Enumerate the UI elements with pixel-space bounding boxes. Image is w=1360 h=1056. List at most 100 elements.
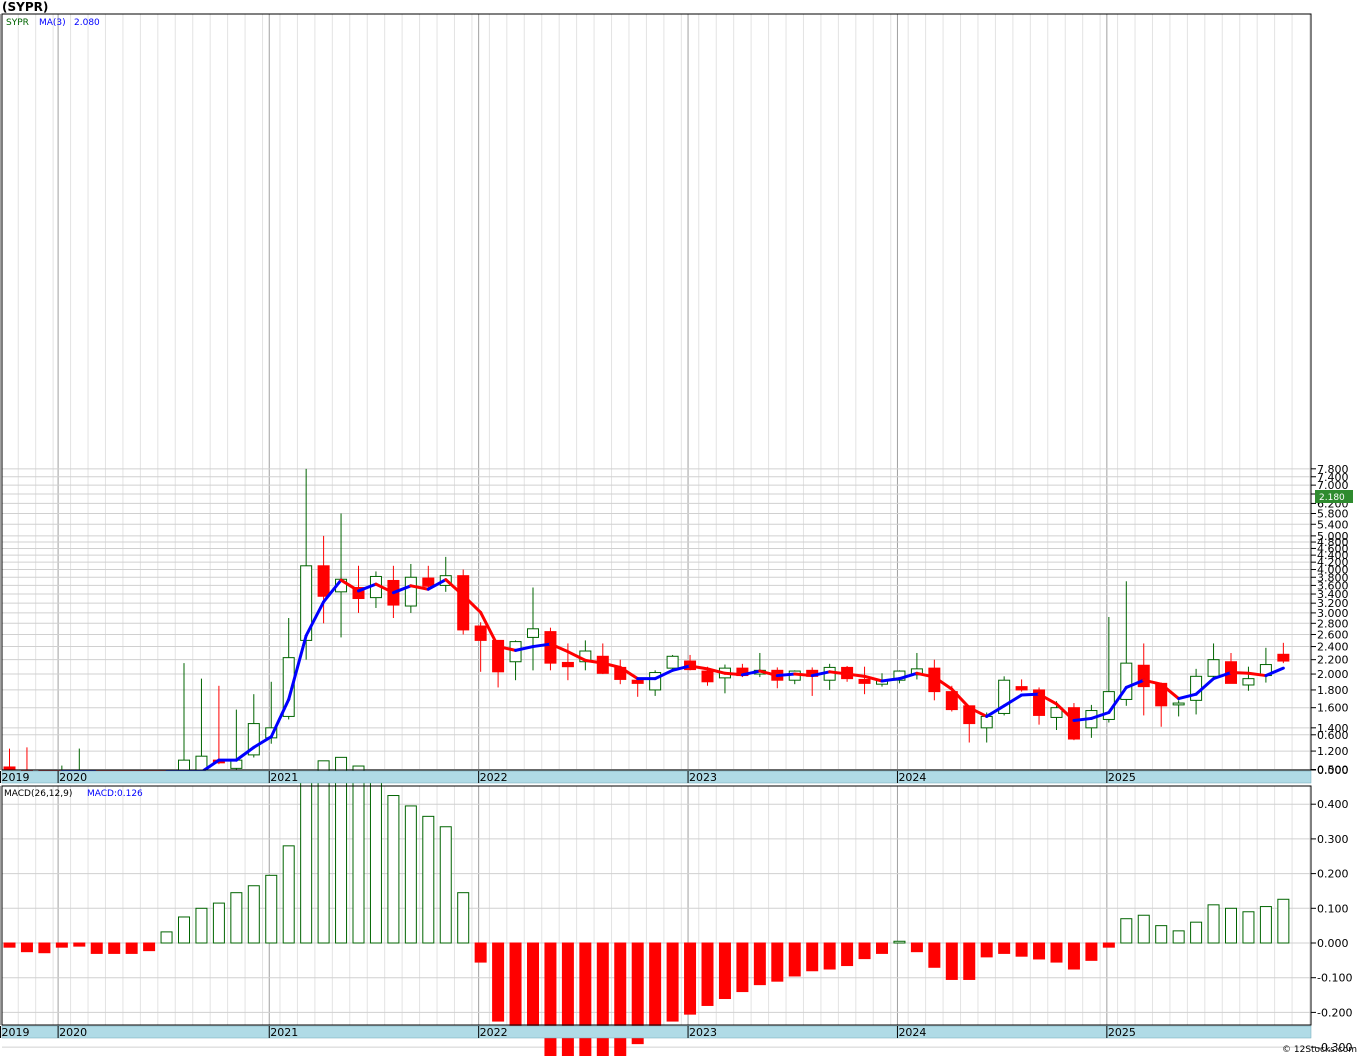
macd-bar-negative: [509, 942, 522, 1032]
macd-bar-negative: [3, 942, 16, 948]
legend-symbol: SYPR: [6, 18, 29, 28]
candle-up: [404, 576, 417, 607]
ma-segment: [1072, 716, 1093, 722]
macd-bar-positive: [1259, 906, 1272, 944]
macd-bar-positive: [1277, 898, 1290, 944]
y-tick-label: 7.800: [1317, 463, 1349, 476]
macd-bar-negative: [1067, 942, 1080, 970]
x-axis-label: 2024: [898, 771, 926, 784]
x-axis-label: 2022: [480, 771, 508, 784]
x-axis-label: 2021: [270, 771, 298, 784]
candle-down: [544, 631, 557, 664]
y-tick-label: 2.600: [1317, 628, 1349, 641]
candle-down: [1015, 686, 1028, 691]
credit-text: © 12Stocks.com: [1282, 1045, 1357, 1055]
ma-segment: [793, 672, 814, 678]
candle-up: [1172, 702, 1185, 706]
x-axis-label: 2020: [59, 771, 87, 784]
ticker-label: (SYPR): [2, 0, 48, 14]
macd-y-tick-label: 0.500: [1317, 764, 1349, 777]
macd-bar-positive: [1190, 921, 1203, 944]
x-axis-label: 2023: [689, 771, 717, 784]
macd-bar-negative: [1033, 942, 1046, 960]
macd-bar-positive: [422, 815, 435, 944]
macd-bar-negative: [579, 942, 592, 1056]
ma-segment: [1020, 692, 1041, 697]
macd-label: MACD(26,12,9): [4, 789, 72, 799]
macd-bar-negative: [736, 942, 749, 993]
y-tick-label: 1.600: [1317, 702, 1349, 715]
candle-down: [422, 577, 435, 587]
macd-bar-positive: [404, 805, 417, 944]
candle-down: [1277, 653, 1290, 662]
macd-bar-positive: [369, 777, 382, 944]
macd-bar-negative: [1050, 942, 1063, 963]
macd-bar-negative: [38, 942, 51, 954]
macd-bar-negative: [806, 942, 819, 972]
macd-bar-negative: [666, 942, 679, 1022]
candle-down: [561, 661, 574, 668]
macd-bar-positive: [1207, 904, 1220, 944]
macd-bar-positive: [1155, 925, 1168, 944]
macd-bar-negative: [858, 942, 871, 960]
macd-bar-negative: [527, 942, 539, 1032]
macd-bar-negative: [55, 942, 68, 948]
macd-bar-positive: [178, 916, 190, 944]
macd-bar-negative: [90, 942, 103, 954]
candle-up: [980, 715, 993, 729]
macd-bar-negative: [20, 942, 33, 953]
x-axis-label: 2024: [898, 1026, 926, 1039]
candle-up: [178, 759, 190, 771]
x-axis-label: 2019: [2, 1026, 30, 1039]
macd-bar-negative: [753, 942, 766, 986]
macd-bar-positive: [439, 826, 452, 944]
macd-bar-negative: [823, 942, 836, 970]
candle-down: [631, 679, 644, 684]
macd-y-tick-label: -0.200: [1317, 1006, 1352, 1019]
macd-bar-negative: [596, 942, 609, 1056]
x-axis-label: 2020: [59, 1026, 87, 1039]
macd-y-tick-label: -0.100: [1317, 972, 1352, 985]
macd-bar-negative: [928, 942, 941, 968]
x-axis-label: 2019: [2, 771, 30, 784]
macd-bar-negative: [998, 942, 1011, 954]
ma-segment: [775, 672, 797, 678]
macd-bar-negative: [980, 942, 993, 958]
macd-bar-positive: [160, 931, 173, 944]
macd-y-tick-label: 0.300: [1317, 833, 1349, 846]
candle-down: [1067, 707, 1080, 740]
legend-ma-value: 2.080: [74, 18, 100, 28]
macd-bar-positive: [282, 845, 295, 944]
ma-segment: [723, 671, 744, 677]
macd-bar-negative: [771, 942, 784, 982]
ma-segment: [1229, 671, 1250, 675]
candle-up: [666, 655, 679, 669]
macd-bar-positive: [457, 892, 470, 944]
legend-ma-name: MA(3): [39, 18, 66, 28]
macd-bar-positive: [387, 795, 400, 944]
macd-value-label: MACD:0.126: [87, 789, 143, 799]
macd-bar-positive: [893, 940, 906, 944]
macd-bar-positive: [247, 885, 260, 944]
macd-bar-positive: [1172, 930, 1185, 944]
candle-down: [858, 678, 871, 684]
macd-bar-negative: [945, 942, 958, 980]
y-tick-label: 2.200: [1317, 654, 1349, 667]
macd-bar-negative: [910, 942, 923, 953]
x-axis-label: 2021: [270, 1026, 298, 1039]
macd-bar-negative: [1085, 942, 1098, 961]
macd-bar-negative: [649, 942, 662, 1031]
macd-bar-negative: [841, 942, 854, 967]
macd-bar-negative: [684, 942, 697, 1015]
x-axis-label: 2023: [689, 1026, 717, 1039]
y-tick-label: 2.400: [1317, 641, 1349, 654]
macd-y-tick-label: 0.600: [1317, 729, 1349, 742]
macd-bar-negative: [108, 942, 121, 954]
candle-down: [317, 565, 330, 597]
macd-bar-positive: [317, 760, 330, 944]
macd-y-tick-label: 0.200: [1317, 868, 1349, 881]
macd-bar-negative: [876, 942, 888, 954]
macd-bar-positive: [230, 892, 243, 944]
last-price-tag: 2.180: [1319, 493, 1345, 503]
macd-y-tick-label: 0.400: [1317, 798, 1349, 811]
